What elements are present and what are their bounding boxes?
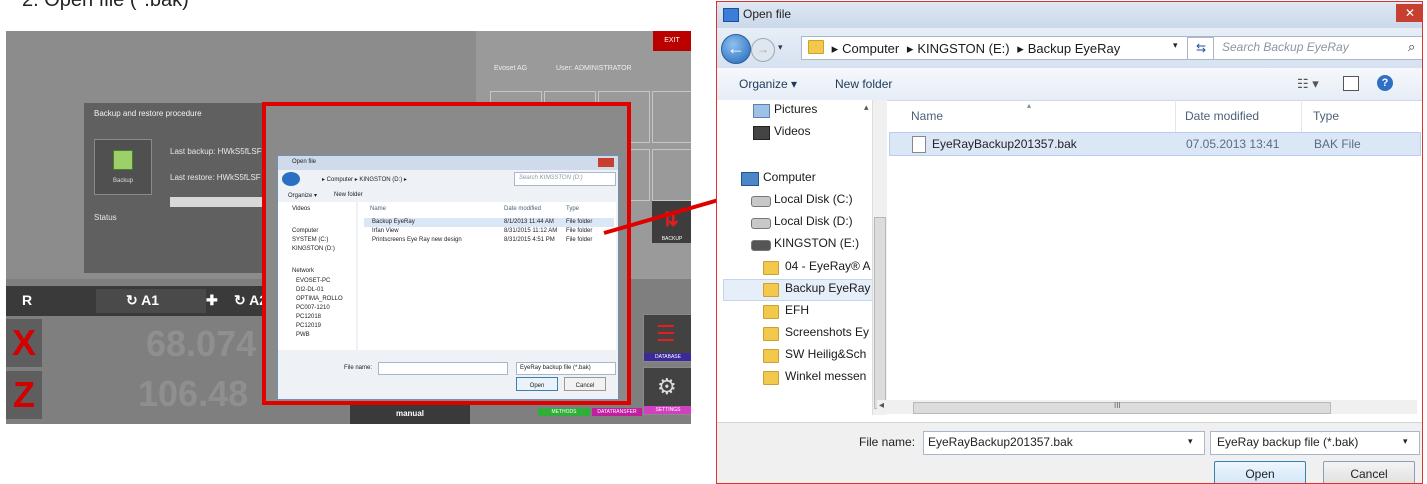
nav-item-folder[interactable]: Winkel messen — [785, 369, 866, 383]
folder-icon — [763, 371, 779, 385]
address-dropdown-icon[interactable]: ▾ — [1173, 40, 1178, 51]
refresh-icon[interactable]: ⇆ — [1187, 37, 1215, 60]
folder-icon — [763, 349, 779, 363]
breadcrumb-backup-eyeray[interactable]: Backup EyeRay — [1028, 41, 1121, 56]
preview-pane-icon[interactable] — [1343, 76, 1359, 91]
column-type[interactable]: Type — [1313, 109, 1339, 123]
toolbar: Organize ▾ New folder ☷ ▾ ? — [717, 68, 1422, 101]
breadcrumb-separator: ▸ — [906, 41, 914, 56]
close-icon[interactable]: ✕ — [1396, 4, 1422, 22]
dialog-app-icon — [723, 8, 739, 22]
open-button[interactable]: Open — [1214, 461, 1306, 483]
sort-up-icon: ▴ — [1027, 101, 1032, 110]
nav-scroll-thumb[interactable] — [874, 217, 886, 409]
file-name: EyeRayBackup201357.bak — [932, 137, 1077, 151]
file-name-label: File name: — [859, 435, 916, 449]
scroll-left-arrow-icon[interactable]: ◂ — [879, 400, 884, 411]
search-placeholder: Search Backup EyeRay — [1222, 40, 1349, 54]
open-file-dialog: Open file ✕ ← → ▾ ▸ Computer ▸ KINGSTON (E… — [716, 1, 1423, 484]
nav-item-folder[interactable]: Screenshots Ey — [785, 325, 869, 339]
organize-button[interactable]: Organize ▾ — [739, 77, 797, 91]
breadcrumb-computer[interactable]: Computer — [842, 41, 899, 56]
drive-icon — [751, 218, 771, 229]
folder-icon — [763, 283, 779, 297]
address-bar[interactable]: ▸ Computer ▸ KINGSTON (E:) ▸ Backup EyeRay — [801, 36, 1213, 60]
column-date-modified[interactable]: Date modified — [1185, 109, 1259, 123]
file-name-value: EyeRayBackup201357.bak — [928, 435, 1073, 449]
file-type-select[interactable]: EyeRay backup file (*.bak) ▾ — [1210, 431, 1420, 455]
scroll-up-arrow-icon[interactable]: ▴ — [864, 102, 869, 113]
breadcrumb-separator: ▸ — [831, 41, 839, 56]
file-name-input[interactable]: EyeRayBackup201357.bak ▾ — [923, 431, 1205, 455]
forward-arrow-icon[interactable]: → — [751, 38, 775, 62]
nav-item-local-d[interactable]: Local Disk (D:) — [774, 214, 853, 228]
file-name-dropdown-icon[interactable]: ▾ — [1188, 436, 1193, 447]
file-date: 07.05.2013 13:41 — [1186, 137, 1280, 151]
dialog-title: Open file — [743, 7, 792, 21]
nav-item-kingston[interactable]: KINGSTON (E:) — [774, 236, 859, 250]
address-row: ← → ▾ ▸ Computer ▸ KINGSTON (E:) ▸ Backup E… — [717, 28, 1422, 68]
pictures-icon — [753, 104, 770, 118]
file-row-selected[interactable]: EyeRayBackup201357.bak 07.05.2013 13:41 … — [889, 132, 1421, 156]
search-input[interactable]: Search Backup EyeRay ⌕ — [1213, 36, 1422, 60]
help-icon[interactable]: ? — [1377, 75, 1393, 91]
dialog-footer: File name: EyeRayBackup201357.bak ▾ EyeR… — [717, 422, 1422, 483]
new-folder-button[interactable]: New folder — [835, 77, 892, 91]
breadcrumb-separator: ▸ — [1017, 41, 1024, 56]
scroll-grip: III — [1114, 401, 1121, 410]
nav-item-folder[interactable]: SW Heilig&Sch — [785, 347, 866, 361]
drive-icon — [751, 196, 771, 207]
computer-icon — [741, 172, 759, 186]
column-separator[interactable] — [1301, 100, 1302, 132]
folder-icon — [763, 305, 779, 319]
folder-icon — [763, 261, 779, 275]
cancel-button[interactable]: Cancel — [1323, 461, 1415, 483]
videos-icon — [753, 126, 770, 140]
nav-item-folder[interactable]: 04 - EyeRay® A — [785, 259, 871, 273]
usb-drive-icon — [751, 240, 771, 251]
nav-item-local-c[interactable]: Local Disk (C:) — [774, 192, 853, 206]
breadcrumb: ▸ Computer ▸ KINGSTON (E:) ▸ Backup EyeRay — [808, 40, 1120, 57]
nav-item-videos[interactable]: Videos — [774, 124, 810, 138]
folder-icon — [808, 40, 824, 54]
nav-item-computer[interactable]: Computer — [763, 170, 816, 184]
folder-icon — [763, 327, 779, 341]
file-list-header: Name ▴ Date modified Type — [889, 100, 1422, 132]
nav-item-folder[interactable]: EFH — [785, 303, 809, 317]
nav-item-backup-eyeray[interactable]: Backup EyeRay — [785, 281, 870, 295]
file-type-dropdown-icon: ▾ — [1403, 436, 1408, 446]
file-type-value: EyeRay backup file (*.bak) — [1217, 435, 1359, 449]
view-options-icon[interactable]: ☷ ▾ — [1297, 76, 1319, 92]
column-name[interactable]: Name — [911, 109, 943, 123]
search-icon: ⌕ — [1408, 39, 1416, 54]
column-separator[interactable] — [1175, 100, 1176, 132]
breadcrumb-kingston[interactable]: KINGSTON (E:) — [917, 41, 1009, 56]
recent-pages-chevron-icon[interactable]: ▾ — [778, 42, 783, 53]
file-type: BAK File — [1314, 137, 1361, 151]
horizontal-scroll-thumb[interactable]: III — [913, 401, 1331, 414]
dialog-titlebar: Open file ✕ — [717, 2, 1422, 28]
nav-item-pictures[interactable]: Pictures — [774, 102, 817, 116]
back-arrow-icon[interactable]: ← — [721, 34, 751, 64]
file-icon — [912, 136, 926, 153]
navigation-pane: Pictures Videos ▴ Computer Local Disk (C… — [717, 100, 887, 420]
